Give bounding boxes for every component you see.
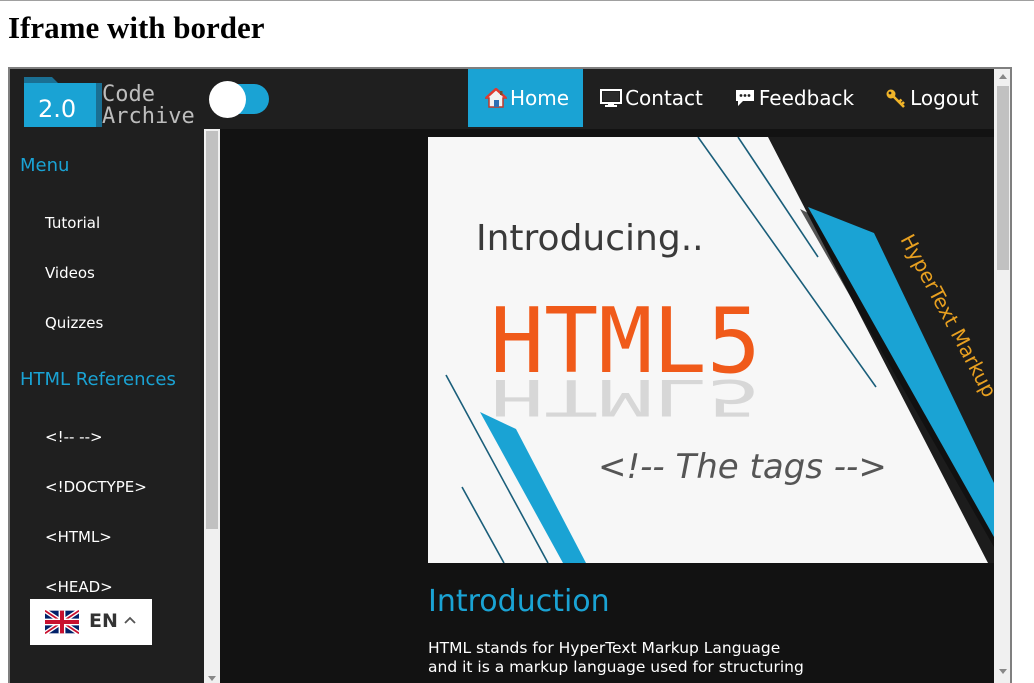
- content-paragraph: HTML stands for HyperText Markup Languag…: [428, 639, 804, 676]
- iframe-document: 2.0 Code Archive Home Contact Feedback L…: [10, 69, 994, 683]
- logo-line2: Archive: [102, 104, 195, 129]
- sidebar-references-heading: HTML References: [20, 369, 176, 390]
- sidebar-ref-comment[interactable]: <!-- -->: [45, 428, 103, 446]
- home-icon: [484, 87, 508, 109]
- sidebar-scrollbar-thumb[interactable]: [206, 131, 218, 529]
- language-selector[interactable]: EN: [30, 599, 152, 645]
- nav-feedback-label: Feedback: [758, 86, 855, 110]
- sidebar-ref-html[interactable]: <HTML>: [45, 528, 112, 546]
- speech-bubble-icon: [733, 87, 757, 109]
- chevron-up-icon: [124, 616, 136, 624]
- nav-home[interactable]: Home: [468, 69, 584, 127]
- nav-logout-label: Logout: [910, 86, 979, 110]
- sidebar-item-tutorial[interactable]: Tutorial: [45, 214, 100, 232]
- page-title: Iframe with border: [8, 10, 265, 45]
- nav-contact[interactable]: Contact: [583, 69, 717, 127]
- top-border-line: [0, 0, 1034, 1]
- banner-introducing: Introducing..: [476, 218, 704, 259]
- sidebar-scroll-down-arrow[interactable]: [208, 676, 216, 681]
- sidebar-menu-heading: Menu: [20, 155, 70, 176]
- logo-version: 2.0: [38, 95, 76, 123]
- key-icon: [884, 87, 908, 109]
- sidebar-ref-doctype[interactable]: <!DOCTYPE>: [45, 478, 147, 496]
- scroll-up-arrow[interactable]: [999, 74, 1007, 79]
- scroll-down-arrow[interactable]: [999, 669, 1007, 674]
- code-archive-logo[interactable]: 2.0 Code Archive: [21, 71, 211, 129]
- nav-home-label: Home: [510, 86, 570, 110]
- banner-html5: HTML5: [490, 289, 761, 394]
- iframe[interactable]: 2.0 Code Archive Home Contact Feedback L…: [8, 67, 1012, 683]
- monitor-icon: [599, 87, 623, 109]
- html5-banner-image: HyperText Markup Introducing.. HTML5 HTM…: [428, 137, 994, 563]
- language-code: EN: [89, 610, 118, 632]
- main-nav: Home Contact Feedback Logout: [468, 69, 993, 127]
- nav-contact-label: Contact: [625, 86, 703, 110]
- iframe-scrollbar[interactable]: [994, 69, 1010, 683]
- theme-toggle-knob: [209, 81, 246, 118]
- iframe-scrollbar-thumb[interactable]: [997, 86, 1009, 270]
- nav-feedback[interactable]: Feedback: [717, 69, 868, 127]
- uk-flag-icon: [45, 610, 79, 634]
- sidebar-item-videos[interactable]: Videos: [45, 264, 95, 282]
- content-heading: Introduction: [428, 584, 610, 619]
- sidebar-item-quizzes[interactable]: Quizzes: [45, 314, 103, 332]
- sidebar-ref-head[interactable]: <HEAD>: [45, 578, 113, 596]
- sidebar-scrollbar[interactable]: [204, 129, 220, 683]
- theme-toggle[interactable]: [209, 81, 269, 118]
- top-navbar: 2.0 Code Archive Home Contact Feedback L…: [10, 69, 994, 129]
- nav-logout[interactable]: Logout: [868, 69, 992, 127]
- banner-tags-text: <!-- The tags -->: [598, 447, 887, 487]
